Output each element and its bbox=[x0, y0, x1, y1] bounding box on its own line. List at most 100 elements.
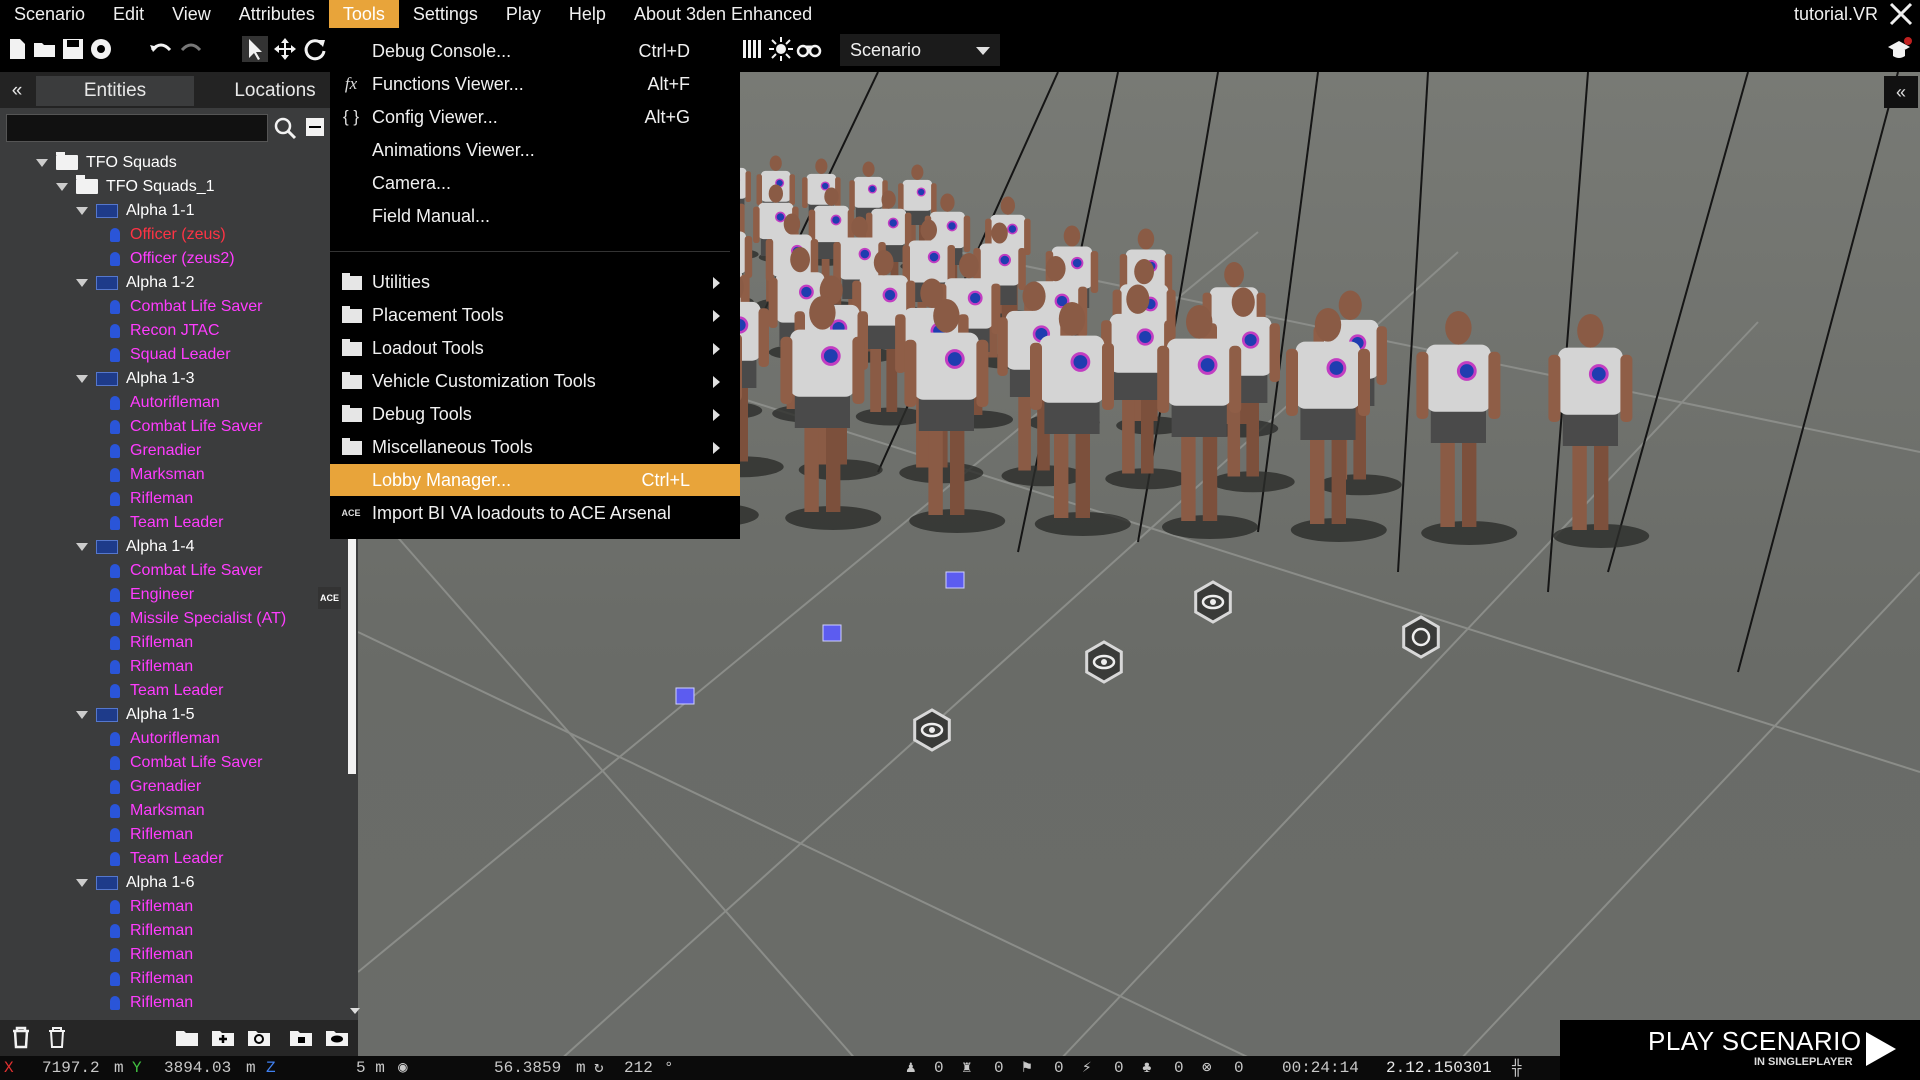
tree-group[interactable]: Alpha 1-1 bbox=[76, 200, 195, 222]
collapse-all-icon[interactable] bbox=[306, 118, 324, 136]
new-file-icon[interactable] bbox=[4, 36, 30, 62]
sun-icon[interactable] bbox=[768, 36, 794, 62]
tree-unit[interactable]: Rifleman bbox=[110, 824, 193, 846]
tree-unit[interactable]: Engineer ACE bbox=[110, 584, 342, 609]
expand-triangle-icon[interactable] bbox=[76, 878, 88, 887]
expand-triangle-icon[interactable] bbox=[56, 182, 68, 191]
menu-attributes[interactable]: Attributes bbox=[225, 0, 329, 28]
expand-triangle-icon[interactable] bbox=[76, 374, 88, 383]
tree-unit[interactable]: Rifleman bbox=[110, 968, 193, 990]
move-tool-icon[interactable] bbox=[272, 36, 298, 62]
visibility-folder-icon[interactable] bbox=[324, 1024, 350, 1050]
menu-item-loadout-tools[interactable]: Loadout Tools bbox=[330, 332, 740, 364]
redo-icon[interactable] bbox=[178, 36, 204, 62]
scenario-select[interactable]: Scenario bbox=[840, 34, 1000, 66]
tree-unit[interactable]: Rifleman bbox=[110, 632, 193, 654]
menu-item-import-bi-va-loadouts-to-ace-arsenal[interactable]: ACE Import BI VA loadouts to ACE Arsenal bbox=[330, 497, 740, 529]
expand-triangle-icon[interactable] bbox=[36, 158, 48, 167]
select-folder-icon[interactable] bbox=[174, 1024, 200, 1050]
tree-folder[interactable]: TFO Squads_1 bbox=[56, 175, 215, 198]
tree-unit[interactable]: Team Leader bbox=[110, 848, 223, 870]
menu-item-debug-console[interactable]: Debug Console... Ctrl+D bbox=[330, 35, 740, 67]
menu-item-utilities[interactable]: Utilities bbox=[330, 266, 740, 298]
menu-item-functions-viewer[interactable]: fx Functions Viewer... Alt+F bbox=[330, 68, 740, 100]
binoculars-icon[interactable] bbox=[796, 36, 822, 62]
close-icon[interactable] bbox=[1888, 1, 1914, 27]
rotate-tool-icon[interactable] bbox=[302, 36, 328, 62]
delete-icon[interactable] bbox=[8, 1024, 34, 1050]
tutorial-hat-icon[interactable] bbox=[1886, 36, 1912, 62]
scroll-down-icon[interactable] bbox=[350, 1008, 360, 1014]
publish-icon[interactable] bbox=[88, 36, 114, 62]
save-icon[interactable] bbox=[60, 36, 86, 62]
tab-entities[interactable]: Entities bbox=[36, 76, 194, 106]
tree-unit[interactable]: Officer (zeus2) bbox=[110, 248, 235, 270]
menu-play[interactable]: Play bbox=[492, 0, 555, 28]
right-panel-expand-button[interactable]: « bbox=[1884, 76, 1918, 108]
tree-unit[interactable]: Rifleman bbox=[110, 896, 193, 918]
menu-item-miscellaneous-tools[interactable]: Miscellaneous Tools bbox=[330, 431, 740, 463]
menu-edit[interactable]: Edit bbox=[99, 0, 158, 28]
tree-unit[interactable]: Grenadier bbox=[110, 440, 201, 462]
tree-unit[interactable]: Marksman bbox=[110, 800, 205, 822]
tree-unit[interactable]: Combat Life Saver bbox=[110, 560, 263, 582]
menu-item-animations-viewer[interactable]: Animations Viewer... bbox=[330, 134, 740, 166]
menu-help[interactable]: Help bbox=[555, 0, 620, 28]
new-folder-icon[interactable] bbox=[210, 1024, 236, 1050]
tree-unit[interactable]: Rifleman bbox=[110, 944, 193, 966]
tree-item-label: Grenadier bbox=[130, 778, 202, 795]
tree-group[interactable]: Alpha 1-3 bbox=[76, 368, 195, 390]
tree-unit[interactable]: Rifleman bbox=[110, 920, 193, 942]
tree-unit[interactable]: Rifleman bbox=[110, 656, 193, 678]
menu-item-field-manual[interactable]: Field Manual... bbox=[330, 200, 740, 232]
delete-crew-icon[interactable] bbox=[44, 1024, 70, 1050]
menu-scenario[interactable]: Scenario bbox=[0, 0, 99, 28]
tree-unit[interactable]: Officer (zeus) bbox=[110, 224, 226, 246]
tree-unit[interactable]: Combat Life Saver bbox=[110, 296, 263, 318]
select-tool-icon[interactable] bbox=[242, 36, 268, 62]
tree-unit[interactable]: Autorifleman bbox=[110, 728, 220, 750]
tree-unit[interactable]: Combat Life Saver bbox=[110, 752, 263, 774]
menu-tools[interactable]: Tools bbox=[328, 0, 399, 28]
expand-triangle-icon[interactable] bbox=[76, 710, 88, 719]
tree-unit[interactable]: Grenadier bbox=[110, 776, 201, 798]
menu-view[interactable]: View bbox=[158, 0, 225, 28]
menu-item-camera[interactable]: Camera... bbox=[330, 167, 740, 199]
tree-unit[interactable]: Team Leader bbox=[110, 680, 223, 702]
undo-icon[interactable] bbox=[148, 36, 174, 62]
tree-unit[interactable]: Recon JTAC bbox=[110, 320, 220, 342]
hide-folder-icon[interactable] bbox=[246, 1024, 272, 1050]
collapse-panel-button[interactable]: « bbox=[0, 76, 34, 106]
tree-unit[interactable]: Rifleman bbox=[110, 488, 193, 510]
search-icon[interactable] bbox=[272, 114, 298, 142]
tree-folder[interactable]: TFO Squads bbox=[36, 152, 177, 174]
tree-group[interactable]: Alpha 1-6 bbox=[76, 872, 195, 894]
expand-triangle-icon[interactable] bbox=[76, 278, 88, 287]
entity-search-input[interactable] bbox=[6, 114, 268, 142]
menu-about-3den-enhanced[interactable]: About 3den Enhanced bbox=[620, 0, 826, 28]
tree-unit[interactable]: Combat Life Saver bbox=[110, 416, 263, 438]
lock-folder-icon[interactable] bbox=[288, 1024, 314, 1050]
menu-item-lobby-manager[interactable]: Lobby Manager... Ctrl+L bbox=[330, 464, 740, 496]
tree-scrollbar[interactable] bbox=[348, 536, 356, 774]
menu-item-vehicle-customization-tools[interactable]: Vehicle Customization Tools bbox=[330, 365, 740, 397]
tree-unit[interactable]: Team Leader bbox=[110, 512, 223, 534]
expand-triangle-icon[interactable] bbox=[76, 206, 88, 215]
expand-triangle-icon[interactable] bbox=[76, 542, 88, 551]
tree-unit[interactable]: Missile Specialist (AT) bbox=[110, 608, 286, 630]
open-folder-icon[interactable] bbox=[32, 36, 58, 62]
unit-marker-icon bbox=[820, 181, 830, 191]
tree-group[interactable]: Alpha 1-2 bbox=[76, 272, 195, 294]
menu-item-config-viewer[interactable]: { } Config Viewer... Alt+G bbox=[330, 101, 740, 133]
menu-item-label: Import BI VA loadouts to ACE Arsenal bbox=[372, 503, 671, 523]
map-textures-icon[interactable] bbox=[740, 36, 766, 62]
tree-unit[interactable]: Squad Leader bbox=[110, 344, 231, 366]
tree-unit[interactable]: Marksman bbox=[110, 464, 205, 486]
tree-unit[interactable]: Rifleman bbox=[110, 992, 193, 1014]
menu-item-placement-tools[interactable]: Placement Tools bbox=[330, 299, 740, 331]
tree-unit[interactable]: Autorifleman bbox=[110, 392, 220, 414]
tree-group[interactable]: Alpha 1-5 bbox=[76, 704, 195, 726]
tree-group[interactable]: Alpha 1-4 bbox=[76, 536, 195, 558]
menu-settings[interactable]: Settings bbox=[399, 0, 492, 28]
menu-item-debug-tools[interactable]: Debug Tools bbox=[330, 398, 740, 430]
